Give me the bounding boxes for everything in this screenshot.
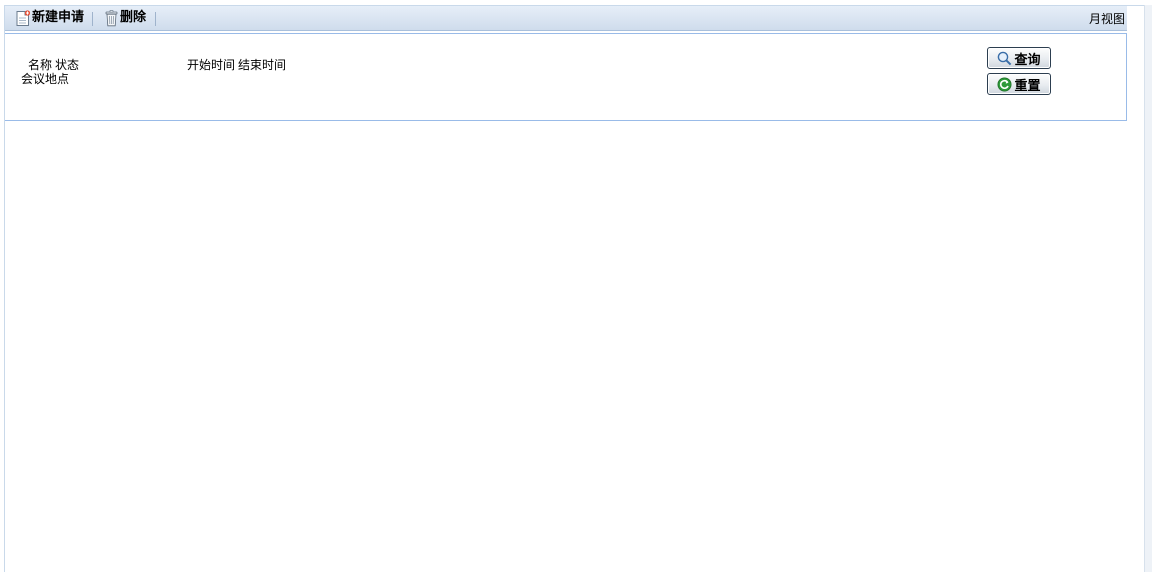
start-time-label: 开始时间 <box>187 58 236 72</box>
refresh-icon <box>997 77 1012 91</box>
trash-icon <box>105 9 118 26</box>
delete-label: 删除 <box>120 10 147 25</box>
delete-button[interactable]: 删除 <box>104 9 146 27</box>
reset-button-label: 重置 <box>1014 78 1041 94</box>
meeting-place-label: 会议地点 <box>21 72 70 86</box>
month-view-link[interactable]: 月视图 <box>1089 11 1125 27</box>
name-label: 名称 <box>28 58 53 72</box>
vertical-scrollbar[interactable] <box>1144 5 1152 572</box>
query-button-label: 查询 <box>1014 52 1041 68</box>
toolbar-separator <box>155 12 156 26</box>
status-label: 状态 <box>55 58 80 72</box>
new-document-icon <box>16 9 31 26</box>
toolbar-separator <box>92 12 93 26</box>
new-request-label: 新建申请 <box>32 10 85 25</box>
magnifier-icon <box>998 51 1012 65</box>
query-panel: 名称 状态 会议地点 开始时间 结束时间 查询 重置 <box>5 33 1127 121</box>
new-request-button[interactable]: 新建申请 <box>15 9 84 27</box>
reset-button[interactable]: 重置 <box>987 73 1051 95</box>
end-time-label: 结束时间 <box>238 58 287 72</box>
query-button[interactable]: 查询 <box>987 47 1051 69</box>
toolbar: 新建申请 删除 月视图 <box>5 6 1127 31</box>
